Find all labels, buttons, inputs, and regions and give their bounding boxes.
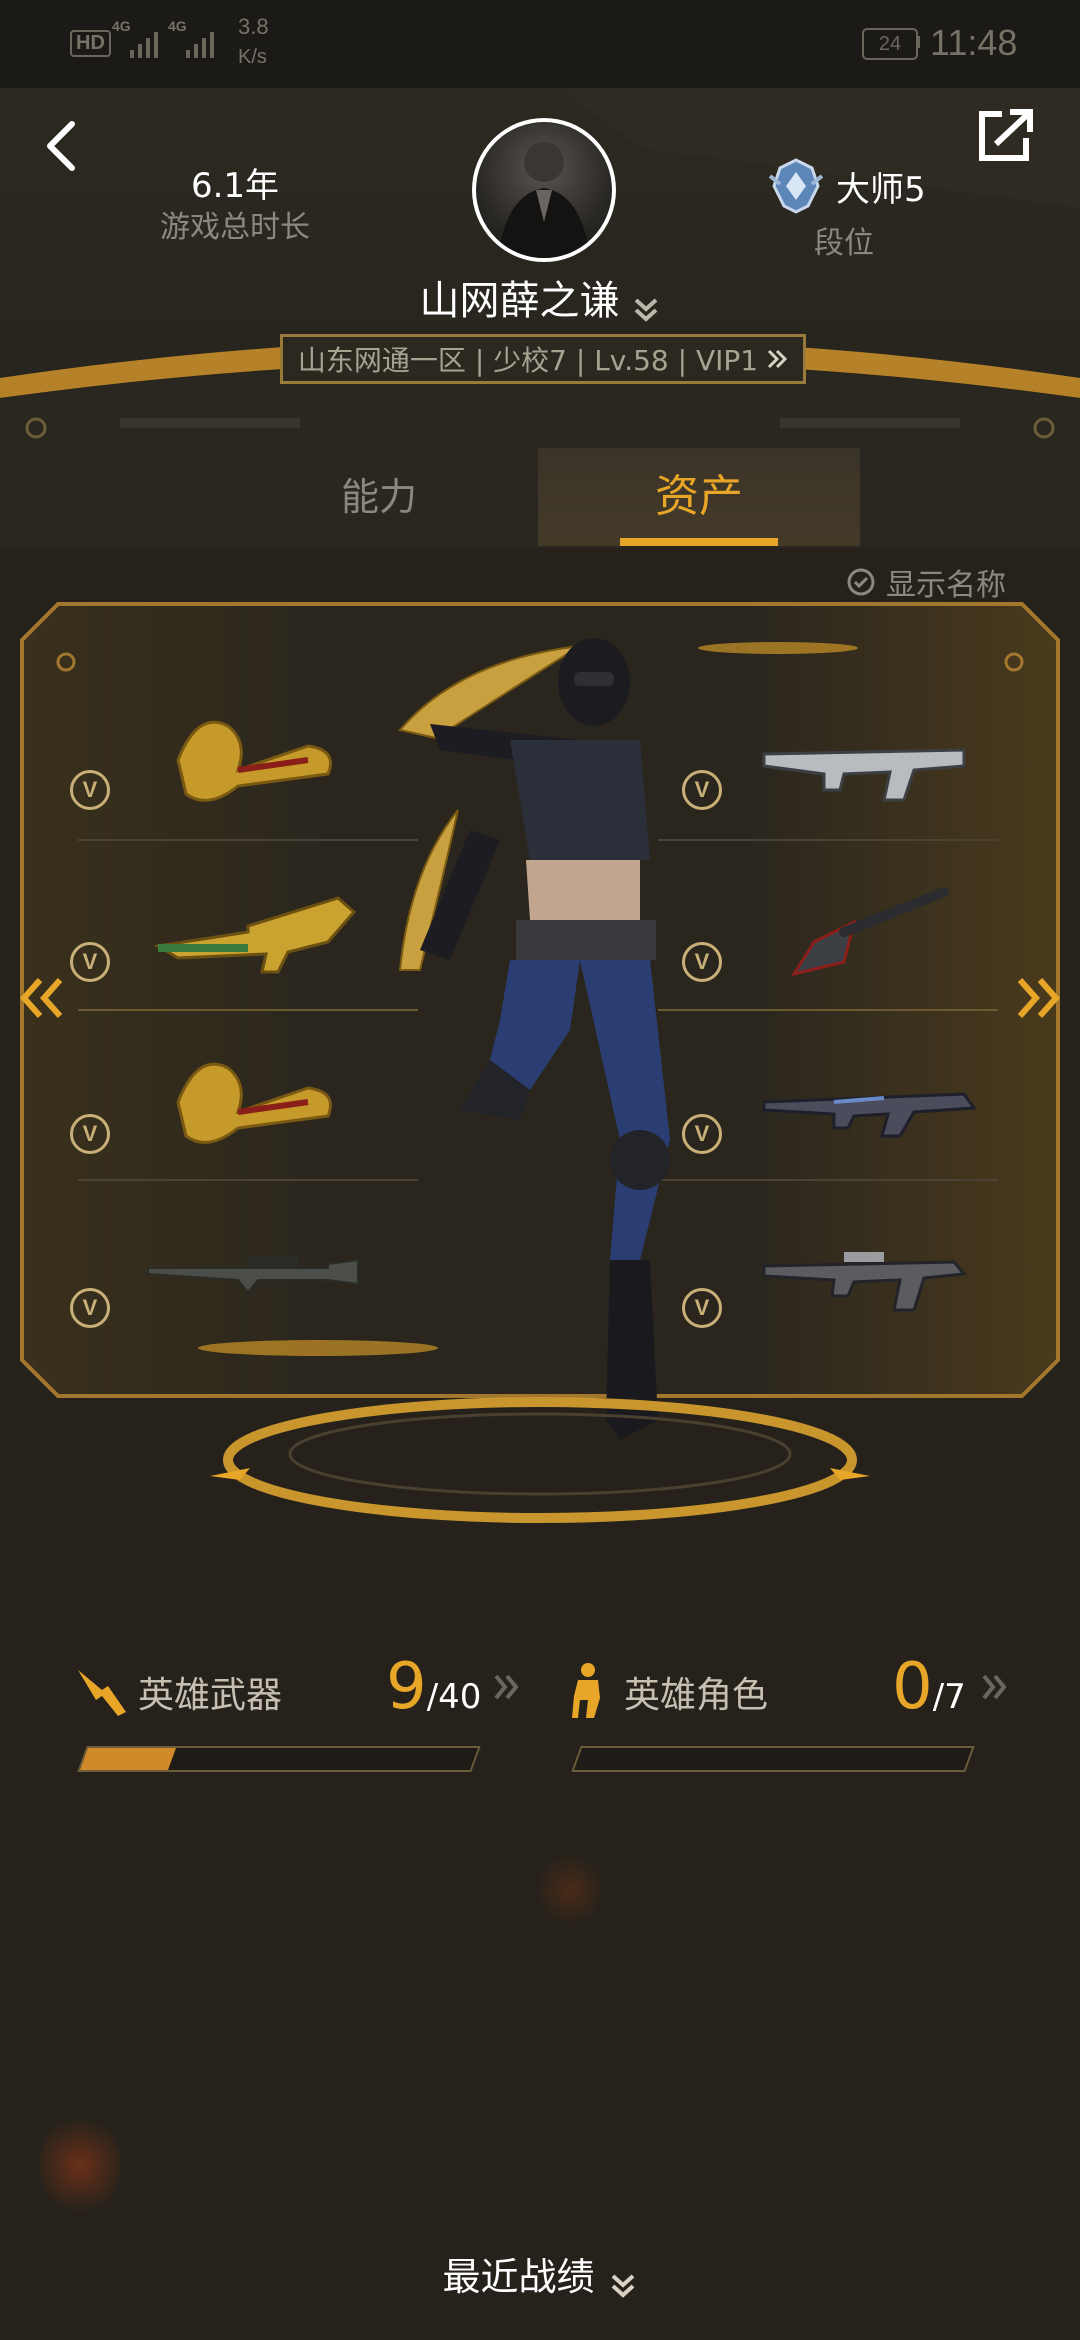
tab-assets[interactable]: 资产 <box>538 448 860 546</box>
tab-active-indicator <box>620 538 778 546</box>
battery-tip <box>916 36 920 48</box>
next-page-button[interactable] <box>1012 976 1062 1024</box>
hero-weapons-total: /40 <box>426 1677 482 1717</box>
back-button[interactable] <box>38 116 88 180</box>
ambient-glow <box>540 1850 600 1930</box>
hero-roles-progress <box>571 1746 975 1772</box>
character-model <box>398 638 670 1440</box>
v-badge-icon: V <box>70 1288 110 1328</box>
play-time-value: 6.1年 <box>190 166 280 206</box>
hero-weapons-progress-fill <box>79 1748 176 1770</box>
rifle-icon <box>78 1670 126 1716</box>
avatar[interactable] <box>472 118 616 262</box>
avatar-portrait <box>498 142 590 258</box>
check-circle-icon <box>847 568 875 596</box>
tab-assets-label: 资产 <box>655 471 743 522</box>
hero-roles-label: 英雄角色 <box>624 1675 769 1716</box>
weapon-slot-right-3[interactable] <box>744 1032 1004 1172</box>
v-badge-icon: V <box>70 942 110 982</box>
prev-page-button[interactable] <box>18 976 68 1024</box>
hero-weapons-progress <box>77 1746 481 1772</box>
weapon-slot-right-2[interactable] <box>744 862 1004 1002</box>
hero-roles-total: /7 <box>932 1677 966 1717</box>
account-info-text: 山东网通一区 | 少校7 | Lv.58 | VIP1 <box>297 344 759 377</box>
network-2-label: 4G <box>168 18 187 34</box>
speed-unit: K/s <box>238 46 267 68</box>
tab-ability-label: 能力 <box>340 475 417 519</box>
chevron-double-right-icon <box>494 1674 519 1700</box>
shovel-melee-weapon <box>790 887 949 977</box>
account-info-bar[interactable]: 山东网通一区 | 少校7 | Lv.58 | VIP1 <box>280 334 806 384</box>
rank-emblem-icon <box>766 156 826 220</box>
recent-record-label: 最近战绩 <box>442 2255 595 2299</box>
battery-level: 24 <box>878 33 902 55</box>
show-names-label: 显示名称 <box>886 568 1006 603</box>
hero-weapons-label: 英雄武器 <box>138 1675 283 1716</box>
profile-header: 6.1年 游戏总时长 大师5 段位 山网薛之谦 山东网通一区 | 少校7 | L… <box>0 88 1080 548</box>
ak-rifle-weapon <box>762 1092 977 1138</box>
show-names-toggle[interactable]: 显示名称 <box>846 560 1006 604</box>
chevron-double-right-icon <box>982 1674 1007 1700</box>
player-name: 山网薛之谦 <box>419 278 620 324</box>
v-badge-icon: V <box>70 1114 110 1154</box>
chevron-double-down-icon <box>634 298 657 322</box>
chevron-double-right-icon <box>768 349 788 369</box>
rank-label: 段位 <box>814 226 874 261</box>
play-time-label: 游戏总时长 <box>160 210 310 245</box>
chevron-left-icon <box>47 121 75 171</box>
chevron-double-right-icon <box>1017 978 1061 1018</box>
network-1-label: 4G <box>112 18 131 34</box>
weapon-slot-right-1[interactable] <box>744 690 1004 830</box>
m4-rifle-weapon <box>762 1252 967 1312</box>
share-button[interactable] <box>976 106 1036 170</box>
assault-rifle-weapon <box>762 748 966 802</box>
speed-value: 3.8 <box>238 14 269 39</box>
soldier-icon <box>572 1663 600 1718</box>
weapon-slot-right-4[interactable] <box>744 1200 1004 1340</box>
battery-icon: 24 <box>862 28 918 60</box>
share-external-icon <box>979 109 1033 161</box>
character-pedestal <box>210 1397 870 1523</box>
chevron-double-left-icon <box>19 978 63 1018</box>
ambient-glow <box>40 2110 120 2220</box>
recent-record-toggle[interactable]: 最近战绩 <box>0 2246 1080 2301</box>
v-badge-icon: V <box>70 770 110 810</box>
status-bar: HD 4G 4G 3.8 K/s 24 11:48 <box>0 0 1080 88</box>
player-name-row[interactable]: 山网薛之谦 <box>390 268 690 326</box>
hero-weapons-count: 9 <box>386 1650 427 1724</box>
chevron-double-down-icon <box>611 2274 634 2298</box>
hero-roles-progress-fill <box>573 1748 583 1770</box>
hd-indicator: HD <box>70 30 111 57</box>
clock: 11:48 <box>930 22 1018 63</box>
hero-roles-count: 0 <box>892 1650 933 1724</box>
rank-title: 大师5 <box>836 170 926 210</box>
tab-ability[interactable]: 能力 <box>220 448 538 546</box>
